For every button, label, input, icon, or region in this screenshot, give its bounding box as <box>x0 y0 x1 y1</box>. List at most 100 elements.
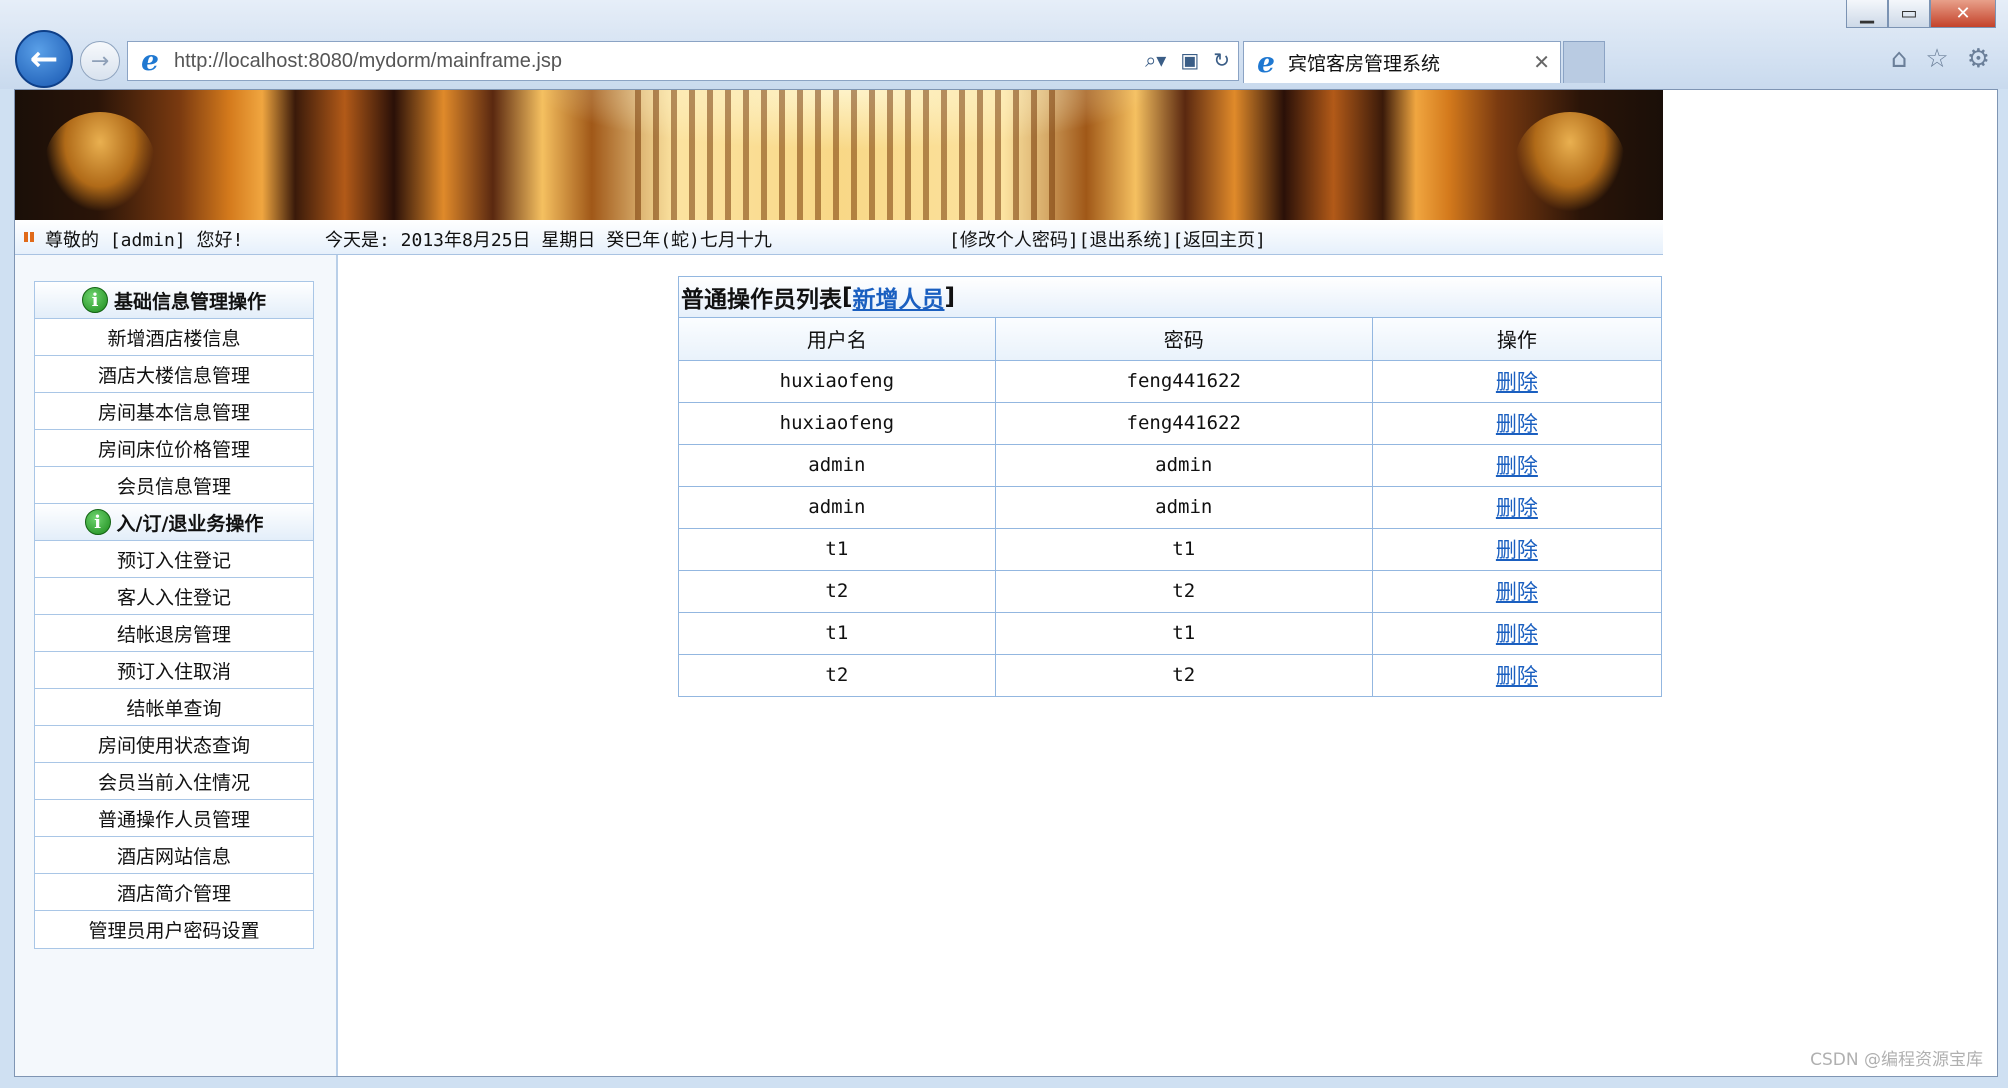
cell-username: admin <box>679 443 996 487</box>
cell-password: admin <box>994 443 1373 487</box>
sidebar-item-add-building[interactable]: 新增酒店楼信息 <box>35 319 313 356</box>
sidebar-item-room-status[interactable]: 房间使用状态查询 <box>35 726 313 763</box>
table-row: t1 t1 删除 <box>679 527 1661 571</box>
address-tools: ⌕▾ ▣ ↻ <box>1145 48 1230 72</box>
window-controls: ▁ ▭ ✕ <box>1846 0 1996 28</box>
address-bar[interactable]: e http://localhost:8080/mydorm/mainframe… <box>127 41 1239 81</box>
delete-link[interactable]: 删除 <box>1496 412 1538 436</box>
cell-username: t1 <box>679 527 996 571</box>
search-icon[interactable]: ⌕▾ <box>1145 48 1166 72</box>
sidebar-item-hotel-intro[interactable]: 酒店简介管理 <box>35 874 313 911</box>
table-row: admin admin 删除 <box>679 443 1661 487</box>
operator-list-panel: 普通操作员列表[新增人员] 用户名 密码 操作 huxiaofeng feng4… <box>678 276 1662 697</box>
sidebar-item-website-info[interactable]: 酒店网站信息 <box>35 837 313 874</box>
bracket-close: ] <box>944 284 956 310</box>
bracket-open: [ <box>842 284 853 310</box>
page-title: 普通操作员列表[新增人员] <box>679 277 1661 318</box>
cell-username: t2 <box>679 653 996 696</box>
cell-password: t2 <box>994 569 1373 613</box>
table-row: huxiaofeng feng441622 删除 <box>679 401 1661 445</box>
table-row: t2 t2 删除 <box>679 569 1661 613</box>
minimize-button[interactable]: ▁ <box>1846 0 1888 28</box>
column-header-password: 密码 <box>994 318 1373 361</box>
menu-section-business: i 入/订/退业务操作 <box>35 504 313 541</box>
cell-password: feng441622 <box>994 359 1373 403</box>
banner-urn-right <box>1515 112 1625 212</box>
sidebar-item-guest-checkin[interactable]: 客人入住登记 <box>35 578 313 615</box>
sidebar-item-member-info[interactable]: 会员信息管理 <box>35 467 313 504</box>
add-operator-link[interactable]: 新增人员 <box>853 280 945 314</box>
tab-close-icon[interactable]: ✕ <box>1533 50 1550 74</box>
cell-username: huxiaofeng <box>679 401 996 445</box>
maximize-button[interactable]: ▭ <box>1888 0 1930 28</box>
cell-username: t1 <box>679 611 996 655</box>
cell-action: 删除 <box>1371 485 1661 529</box>
table-row: admin admin 删除 <box>679 485 1661 529</box>
refresh-icon[interactable]: ↻ <box>1213 48 1230 72</box>
sidebar-item-operator-management[interactable]: 普通操作人员管理 <box>35 800 313 837</box>
table-row: t1 t1 删除 <box>679 611 1661 655</box>
back-arrow-icon: ← <box>29 39 59 79</box>
delete-link[interactable]: 删除 <box>1496 454 1538 478</box>
cell-username: admin <box>679 485 996 529</box>
cell-action: 删除 <box>1371 443 1661 487</box>
account-links[interactable]: [修改个人密码][退出系统][返回主页] <box>949 226 1266 252</box>
column-header-action: 操作 <box>1371 318 1661 361</box>
hotel-banner-image <box>15 90 1663 220</box>
cell-username: t2 <box>679 569 996 613</box>
cell-password: admin <box>994 485 1373 529</box>
cell-password: t1 <box>994 527 1373 571</box>
browser-tools: ⌂ ☆ ⚙ <box>1891 44 1990 74</box>
info-icon: i <box>81 287 108 313</box>
greeting-text: 尊敬的 [admin] 您好! <box>45 230 244 251</box>
browser-chrome: ▁ ▭ ✕ ← → e http://localhost:8080/mydorm… <box>0 0 2008 89</box>
panel-title-text: 普通操作员列表 <box>681 287 842 313</box>
sidebar-item-checkout[interactable]: 结帐退房管理 <box>35 615 313 652</box>
compat-view-icon[interactable]: ▣ <box>1180 48 1199 72</box>
page-viewport: 尊敬的 [admin] 您好! 今天是: 2013年8月25日 星期日 癸巳年(… <box>14 89 1998 1077</box>
ie-logo-icon: e <box>1257 45 1275 79</box>
menu-section-title: 基础信息管理操作 <box>113 290 266 313</box>
ie-logo-icon: e <box>141 44 159 77</box>
delete-link[interactable]: 删除 <box>1496 622 1538 646</box>
sidebar-item-bill-query[interactable]: 结帐单查询 <box>35 689 313 726</box>
back-button[interactable]: ← <box>15 30 73 88</box>
delete-link[interactable]: 删除 <box>1496 580 1538 604</box>
star-icon[interactable]: ☆ <box>1925 44 1948 74</box>
sidebar-item-reservation-checkin[interactable]: 预订入住登记 <box>35 541 313 578</box>
cell-password: t2 <box>994 653 1373 696</box>
browser-tab[interactable]: e 宾馆客房管理系统 ✕ <box>1243 41 1561 83</box>
table-row: huxiaofeng feng441622 删除 <box>679 359 1661 403</box>
delete-link[interactable]: 删除 <box>1496 370 1538 394</box>
sidebar-item-admin-password[interactable]: 管理员用户密码设置 <box>35 911 313 948</box>
sidebar-item-room-info[interactable]: 房间基本信息管理 <box>35 393 313 430</box>
delete-link[interactable]: 删除 <box>1496 496 1538 520</box>
delete-link[interactable]: 删除 <box>1496 664 1538 688</box>
delete-link[interactable]: 删除 <box>1496 538 1538 562</box>
new-tab-button[interactable] <box>1563 41 1605 83</box>
sidebar-item-building-management[interactable]: 酒店大楼信息管理 <box>35 356 313 393</box>
cell-action: 删除 <box>1371 653 1661 696</box>
cell-password: t1 <box>994 611 1373 655</box>
cell-action: 删除 <box>1371 611 1661 655</box>
table-header-row: 用户名 密码 操作 <box>679 318 1661 361</box>
cell-username: huxiaofeng <box>679 359 996 403</box>
banner-urn-left <box>45 112 155 212</box>
banner-ceiling <box>635 90 1055 220</box>
menu-section-basic: i 基础信息管理操作 <box>35 282 313 319</box>
home-icon[interactable]: ⌂ <box>1891 44 1908 74</box>
sidebar-item-bed-price[interactable]: 房间床位价格管理 <box>35 430 313 467</box>
gear-icon[interactable]: ⚙ <box>1967 44 1990 74</box>
sidebar-item-member-stay[interactable]: 会员当前入住情况 <box>35 763 313 800</box>
cell-action: 删除 <box>1371 527 1661 571</box>
tab-title: 宾馆客房管理系统 <box>1288 53 1441 75</box>
sidebar-item-cancel-reservation[interactable]: 预订入住取消 <box>35 652 313 689</box>
info-icon: i <box>84 509 111 535</box>
forward-button[interactable]: → <box>80 41 120 81</box>
forward-arrow-icon: → <box>90 48 110 74</box>
address-url[interactable]: http://localhost:8080/mydorm/mainframe.j… <box>174 50 562 73</box>
sidebar: i 基础信息管理操作 新增酒店楼信息 酒店大楼信息管理 房间基本信息管理 房间床… <box>15 255 338 1076</box>
info-bar: 尊敬的 [admin] 您好! 今天是: 2013年8月25日 星期日 癸巳年(… <box>15 220 1663 255</box>
watermark-text: CSDN @编程资源宝库 <box>1810 1050 1983 1070</box>
close-window-button[interactable]: ✕ <box>1930 0 1996 28</box>
